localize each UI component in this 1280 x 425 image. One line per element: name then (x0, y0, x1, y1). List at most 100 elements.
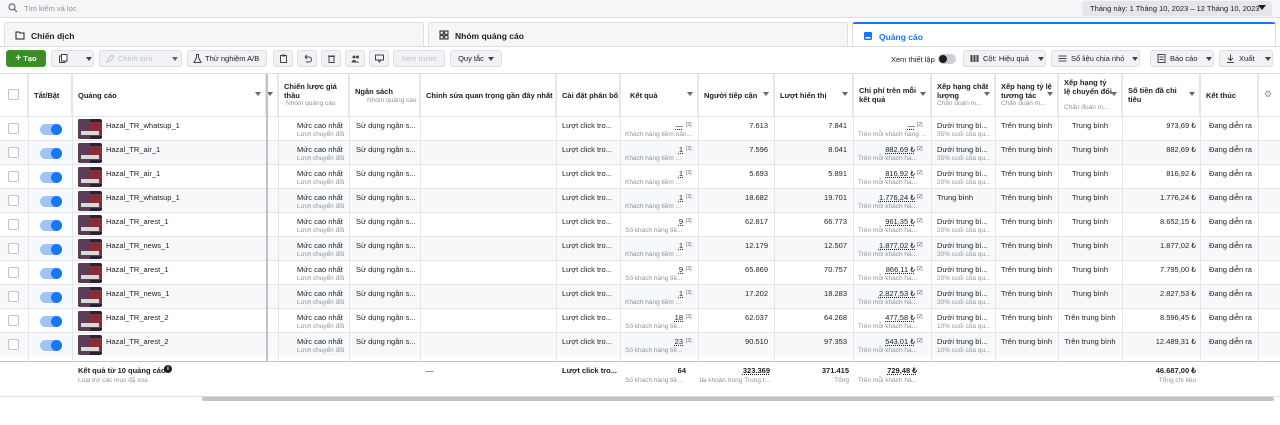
row-checkbox[interactable] (8, 219, 19, 230)
ad-name[interactable]: Hazal_TR_air_1 (106, 169, 160, 178)
results-value[interactable]: 9 (620, 217, 683, 226)
cost-per-result[interactable]: 866,11 ₺ (853, 265, 915, 274)
row-checkbox[interactable] (8, 315, 19, 326)
ad-name[interactable]: Hazal_TR_arest_2 (106, 337, 169, 346)
duplicate-button[interactable] (51, 50, 94, 67)
ad-thumbnail[interactable] (78, 215, 102, 235)
results-value[interactable]: 1 (620, 193, 683, 202)
row-checkbox[interactable] (8, 171, 19, 182)
table-row[interactable]: Hazal_TR_arest_2 Mức cao nhất Lượt chuyể… (0, 308, 1280, 332)
table-row[interactable]: Hazal_TR_arest_1 Mức cao nhất Lượt chuyể… (0, 260, 1280, 284)
breakdown-button[interactable]: Số liệu chia nhỏ (1051, 50, 1140, 67)
ad-status-toggle[interactable] (40, 196, 62, 207)
ad-status-toggle[interactable] (40, 172, 62, 183)
ad-thumbnail[interactable] (78, 287, 102, 307)
export-button[interactable]: Xuất (1219, 50, 1273, 67)
header-ends[interactable]: Kết thúc (1200, 74, 1258, 116)
header-conversion-ranking[interactable]: Xếp hạng tỷ lệ chuyển đổi Chẩn đoán m... (1058, 74, 1122, 116)
ad-status-toggle[interactable] (40, 316, 62, 327)
ad-name[interactable]: Hazal_TR_news_1 (106, 289, 169, 298)
audience-button[interactable] (345, 50, 365, 67)
undo-button[interactable] (297, 50, 317, 67)
ad-status-toggle[interactable] (40, 124, 62, 135)
table-row[interactable]: Hazal_TR_news_1 Mức cao nhất Lượt chuyển… (0, 236, 1280, 260)
results-value[interactable]: 9 (620, 265, 683, 274)
ad-thumbnail[interactable] (78, 239, 102, 259)
cost-per-result[interactable]: 882,69 ₺ (853, 145, 915, 154)
view-setup-toggle[interactable] (938, 54, 956, 64)
header-cost-per-result[interactable]: Chi phí trên mỗi kết quả (853, 74, 931, 116)
header-quality-ranking[interactable]: Xếp hạng chất lượng Chẩn đoán m... (931, 74, 995, 116)
ad-status-toggle[interactable] (40, 220, 62, 231)
cost-per-result[interactable]: — (853, 121, 916, 130)
ad-status-toggle[interactable] (40, 244, 62, 255)
clipboard-button[interactable] (273, 50, 293, 67)
cost-per-result[interactable]: 1.877,02 ₺ (853, 241, 915, 250)
results-value[interactable]: 1 (620, 289, 683, 298)
cost-per-result[interactable]: 961,35 ₺ (853, 217, 915, 226)
results-value[interactable]: 1 (620, 145, 683, 154)
row-checkbox[interactable] (8, 267, 19, 278)
ad-status-toggle[interactable] (40, 292, 62, 303)
table-row[interactable]: Hazal_TR_whatsup_1 Mức cao nhất Lượt chu… (0, 188, 1280, 212)
ad-thumbnail[interactable] (78, 143, 102, 163)
header-budget[interactable]: Ngân sách Nhóm quảng cáo (349, 74, 420, 116)
ad-name[interactable]: Hazal_TR_air_1 (106, 145, 160, 154)
cost-per-result[interactable]: 543,01 ₺ (853, 337, 915, 346)
columns-button[interactable]: Cột: Hiệu quả (963, 50, 1046, 67)
header-impressions[interactable]: Lượt hiển thị (774, 74, 853, 116)
header-attribution[interactable]: Cài đặt phân bổ (556, 74, 620, 116)
tab-ads[interactable]: Quảng cáo (852, 22, 1276, 46)
header-ad[interactable]: Quảng cáo (72, 74, 266, 116)
row-checkbox[interactable] (8, 243, 19, 254)
edit-button[interactable]: Chỉnh sửa (99, 50, 182, 67)
header-amount-spent[interactable]: Số tiền đã chi tiêu (1122, 74, 1200, 116)
header-engagement-ranking[interactable]: Xếp hạng tỷ lệ tương tác Chẩn đoán m... (995, 74, 1058, 116)
tab-ad-sets[interactable]: Nhóm quảng cáo (428, 22, 848, 46)
ad-thumbnail[interactable] (78, 263, 102, 283)
ad-name[interactable]: Hazal_TR_arest_1 (106, 265, 169, 274)
search-input[interactable] (24, 2, 424, 15)
ad-name[interactable]: Hazal_TR_whatsup_1 (106, 121, 180, 130)
cost-per-result[interactable]: 1.776,24 ₺ (853, 193, 915, 202)
ad-name[interactable]: Hazal_TR_whatsup_1 (106, 193, 180, 202)
results-value[interactable]: 1 (620, 169, 683, 178)
ad-name[interactable]: Hazal_TR_arest_1 (106, 217, 169, 226)
cost-per-result[interactable]: 477,58 ₺ (853, 313, 915, 322)
ad-status-toggle[interactable] (40, 148, 62, 159)
header-reach[interactable]: Người tiếp cận (698, 74, 774, 116)
column-settings[interactable]: ⚙ (1258, 74, 1280, 116)
date-range-picker[interactable]: Tháng này: 1 Tháng 10, 2023 – 12 Tháng 1… (1082, 1, 1272, 16)
header-bid-strategy[interactable]: Chiến lược giá thầu Nhóm quảng cáo (278, 74, 349, 116)
create-button[interactable]: + Tạo (6, 50, 46, 67)
reports-button[interactable]: Báo cáo (1150, 50, 1214, 67)
comment-button[interactable] (369, 50, 389, 67)
results-value[interactable]: — (620, 121, 684, 130)
row-checkbox[interactable] (8, 291, 19, 302)
table-row[interactable]: Hazal_TR_arest_2 Mức cao nhất Lượt chuyể… (0, 332, 1280, 356)
header-recent-edits[interactable]: Chỉnh sửa quan trọng gần đây nhất (420, 74, 556, 116)
table-row[interactable]: Hazal_TR_air_1 Mức cao nhất Lượt chuyển … (0, 140, 1280, 164)
results-value[interactable]: 1 (620, 241, 683, 250)
header-results[interactable]: Kết quả (620, 74, 698, 116)
info-icon[interactable]: i (164, 365, 172, 373)
table-row[interactable]: Hazal_TR_whatsup_1 Mức cao nhất Lượt chu… (0, 116, 1280, 140)
horizontal-scrollbar[interactable] (202, 397, 1274, 401)
ad-thumbnail[interactable] (78, 311, 102, 331)
results-value[interactable]: 18 (620, 313, 683, 322)
preview-button[interactable]: Xem trước (393, 50, 445, 67)
rules-button[interactable]: Quy tắc (450, 50, 502, 67)
tab-campaigns[interactable]: Chiến dịch (4, 22, 424, 46)
ad-status-toggle[interactable] (40, 340, 62, 351)
cost-per-result[interactable]: 816,92 ₺ (853, 169, 915, 178)
ad-thumbnail[interactable] (78, 335, 102, 355)
row-checkbox[interactable] (8, 339, 19, 350)
cost-per-result[interactable]: 2.827,53 ₺ (853, 289, 915, 298)
ab-test-button[interactable]: Thử nghiệm A/B (187, 50, 267, 67)
ad-thumbnail[interactable] (78, 119, 102, 139)
ad-name[interactable]: Hazal_TR_arest_2 (106, 313, 169, 322)
ad-status-toggle[interactable] (40, 268, 62, 279)
row-checkbox[interactable] (8, 195, 19, 206)
header-toggle[interactable]: Tắt/Bật (28, 74, 72, 116)
row-checkbox[interactable] (8, 147, 19, 158)
